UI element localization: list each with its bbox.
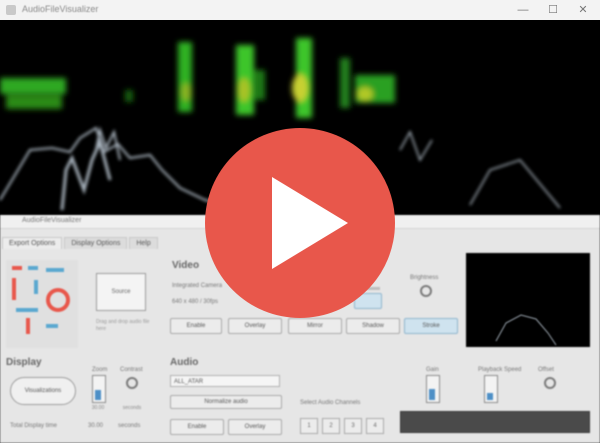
play-icon	[272, 177, 348, 269]
maximize-button[interactable]: ☐	[538, 2, 568, 18]
source-preview[interactable]: Source	[96, 273, 146, 311]
contrast-knob[interactable]	[126, 377, 138, 389]
playback-speed-slider[interactable]	[484, 375, 498, 403]
integrated-camera-label: Integrated Camera	[172, 283, 223, 289]
brightness-knob[interactable]	[420, 285, 432, 297]
audio-heading: Audio	[170, 357, 199, 368]
channel-3-toggle[interactable]: 3	[344, 418, 362, 434]
offset-knob[interactable]	[544, 377, 556, 389]
video-enable-button[interactable]: Enable	[170, 318, 222, 334]
visualizations-button[interactable]: Visualizations	[10, 377, 76, 405]
zoom-label: Zoom	[92, 367, 108, 373]
video-mirror-button[interactable]: Mirror	[288, 318, 342, 334]
playback-speed-slider-fill	[487, 393, 493, 400]
minimize-button[interactable]: —	[508, 2, 538, 18]
gain-slider[interactable]	[426, 375, 440, 403]
tab-display-options[interactable]: Display Options	[64, 237, 128, 249]
brightness-label: Brightness	[410, 275, 439, 281]
display-heading: Display	[6, 357, 42, 368]
video-heading: Video	[172, 260, 200, 271]
channel-2-toggle[interactable]: 2	[322, 418, 340, 434]
play-button[interactable]	[205, 128, 395, 318]
channel-1-toggle[interactable]: 1	[300, 418, 318, 434]
tab-bar: Export Options Display Options Help	[2, 237, 158, 249]
playback-speed-label: Playback Speed	[478, 367, 522, 373]
drop-hint: Drag and drop audio file here	[96, 319, 150, 332]
offset-label: Offset	[538, 367, 554, 373]
channel-4-toggle[interactable]: 4	[366, 418, 384, 434]
total-display-time-unit: seconds	[118, 423, 141, 429]
audio-source-select[interactable]: ALL_ATAR	[170, 375, 280, 387]
video-preview	[466, 253, 590, 347]
app-icon	[6, 5, 16, 15]
close-button[interactable]: ✕	[568, 2, 598, 18]
resolution-label: 640 x 480 / 30fps	[172, 299, 219, 305]
app-logo	[6, 260, 78, 348]
total-display-time-value: 30.00	[88, 423, 104, 429]
video-overlay-button[interactable]: Overlay	[228, 318, 282, 334]
zoom-slider-fill	[95, 390, 101, 400]
zoom-value: 30.00	[91, 405, 105, 411]
gain-slider-fill	[429, 389, 435, 400]
tab-help[interactable]: Help	[129, 237, 158, 249]
contrast-value: seconds	[122, 405, 142, 411]
select-audio-channels-label: Select Audio Channels	[300, 400, 361, 406]
contrast-label: Contrast	[120, 367, 143, 373]
zoom-slider[interactable]	[92, 375, 106, 403]
gain-label: Gain	[426, 367, 439, 373]
audio-enable-button[interactable]: Enable	[170, 419, 224, 435]
total-display-time-label: Total Display time	[10, 423, 58, 429]
audio-overlay-button[interactable]: Overlay	[228, 419, 282, 435]
tab-export-options[interactable]: Export Options	[2, 237, 63, 249]
video-stroke-button[interactable]: Stroke	[404, 318, 458, 334]
normalize-audio-button[interactable]: Normalize audio	[170, 395, 282, 409]
audio-waveform-bar	[400, 411, 590, 433]
panel-title: AudioFileVisualizer	[22, 217, 82, 224]
video-shadow-button[interactable]: Shadow	[346, 318, 400, 334]
window-title: AudioFileVisualizer	[22, 4, 99, 14]
window-titlebar: AudioFileVisualizer — ☐ ✕	[0, 0, 600, 21]
